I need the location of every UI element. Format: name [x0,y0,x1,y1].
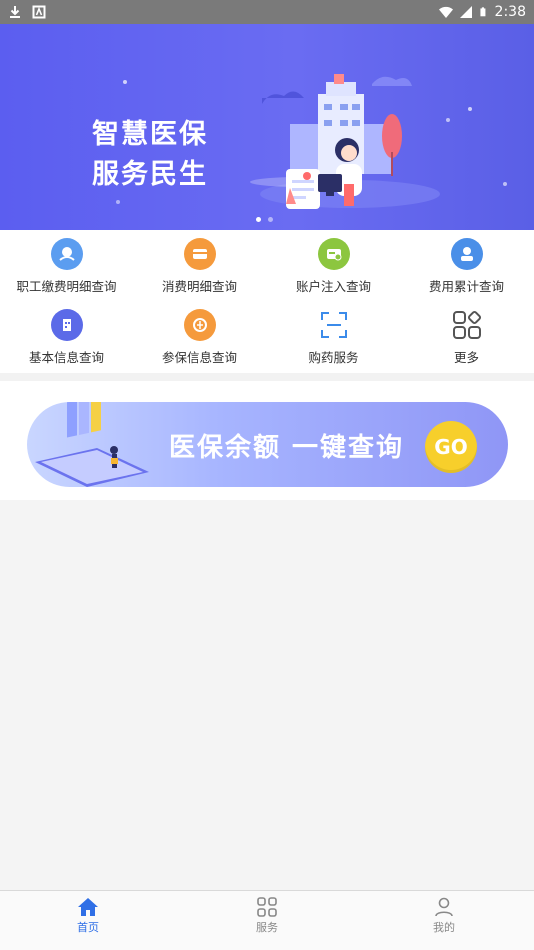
menu-label: 职工缴费明细查询 [16,279,117,294]
notification-icon [32,5,46,19]
home-icon [78,898,98,916]
tab-label: 服务 [256,921,278,934]
phone-illustration [35,402,149,487]
balance-query-banner[interactable]: 医保余额 一键查询 GO [27,402,508,487]
go-button[interactable]: GO [425,421,477,473]
carousel-dot-2[interactable] [268,217,273,222]
carousel-dot-1[interactable] [256,217,261,222]
user-icon [435,897,453,917]
bottom-tab-bar: 首页 服务 我的 [0,890,534,950]
tab-label: 首页 [77,921,99,934]
insurance-icon [183,309,216,341]
menu-item-consumption-detail[interactable]: 消费明细查询 [133,230,266,300]
promo-section: 医保余额 一键查询 GO [0,381,534,500]
signal-icon [459,6,472,18]
payment-icon [50,238,83,270]
status-time: 2:38 [494,4,526,20]
menu-item-insurance-info[interactable]: 参保信息查询 [133,301,266,371]
banner-illustration [116,74,507,209]
promo-text: 医保余额 一键查询 [169,433,405,463]
more-grid-icon [451,309,483,341]
banner-title-line1: 智慧医保 [92,119,208,150]
banner-title-line2: 服务民生 [92,159,208,190]
menu-label: 参保信息查询 [161,350,237,365]
menu-item-basic-info[interactable]: 基本信息查询 [0,301,133,371]
tab-service[interactable]: 服务 [217,897,317,935]
menu-label: 基本信息查询 [28,350,104,365]
menu-label: 更多 [453,350,479,365]
menu-item-cost-cumulative[interactable]: 费用累计查询 [400,230,533,300]
tab-label: 我的 [433,921,455,934]
card-icon [183,238,216,270]
wifi-icon [438,6,453,18]
menu-label: 账户注入查询 [295,279,371,294]
banner-carousel[interactable]: 智慧医保 服务民生 [0,24,534,230]
menu-item-payment-detail[interactable]: 职工缴费明细查询 [0,230,133,300]
service-menu-grid: 职工缴费明细查询 消费明细查询 账户注入查询 费用累计查询 基本信息查询 参保信… [0,230,534,373]
status-bar: 2:38 [0,0,534,24]
section-divider [0,373,534,381]
menu-label: 费用累计查询 [428,279,504,294]
menu-item-pharmacy-service[interactable]: 购药服务 [267,301,400,371]
carousel-indicator [256,217,273,222]
grid-icon [257,897,277,917]
tab-home[interactable]: 首页 [38,897,138,935]
account-icon [317,238,350,270]
menu-item-account-injection[interactable]: 账户注入查询 [267,230,400,300]
tab-mine[interactable]: 我的 [394,897,494,935]
menu-label: 消费明细查询 [161,279,237,294]
building-icon [50,309,83,341]
menu-label: 购药服务 [308,350,359,365]
download-icon [10,6,20,18]
menu-item-more[interactable]: 更多 [400,301,533,371]
cost-icon [450,238,483,270]
battery-icon [479,7,485,17]
scan-icon [318,309,350,341]
